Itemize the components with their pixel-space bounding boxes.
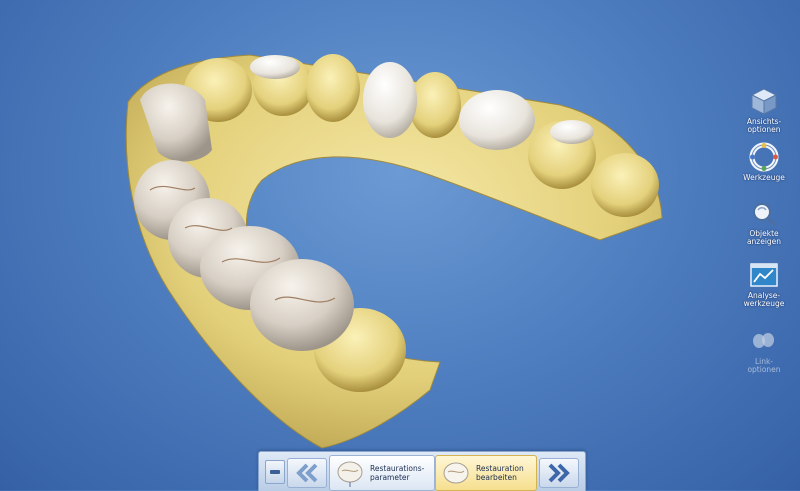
show-objects-button[interactable]: Objekte anzeigen	[728, 198, 800, 246]
tooth-edit-icon	[443, 462, 469, 484]
link-options-button[interactable]: Link- optionen	[728, 326, 800, 374]
step-restoration-parameters[interactable]: Restaurations- parameter	[329, 455, 435, 491]
show-objects-label: Objekte anzeigen	[746, 229, 782, 246]
step-edit-restoration-label: Restauration bearbeiten	[476, 464, 524, 482]
tools-button[interactable]: Werkzeuge	[728, 142, 800, 182]
object-magnifier-icon	[753, 203, 777, 227]
tools-label: Werkzeuge	[743, 173, 785, 182]
tooth-parameters-icon	[337, 461, 363, 487]
double-chevron-left-icon	[296, 463, 318, 483]
view-options-button[interactable]: Ansichts- optionen	[728, 86, 800, 134]
link-options-label: Link- optionen	[747, 357, 781, 374]
analysis-window-icon	[750, 263, 778, 287]
tool-ring-icon	[749, 142, 779, 172]
step-edit-restoration[interactable]: Restauration bearbeiten	[435, 455, 537, 491]
step-restoration-parameters-label: Restaurations- parameter	[370, 464, 425, 482]
3d-viewport[interactable]	[0, 0, 800, 490]
link-teeth-icon	[753, 333, 774, 348]
double-chevron-right-icon	[548, 463, 570, 483]
previous-step-button[interactable]	[287, 458, 327, 488]
cube-icon	[750, 88, 778, 115]
minimize-workflow-button[interactable]	[265, 460, 285, 484]
analysis-tools-button[interactable]: Analyse- werkzeuge	[728, 260, 800, 308]
view-options-label: Ansichts- optionen	[746, 117, 782, 134]
next-step-button[interactable]	[539, 458, 579, 488]
workflow-bar: Restaurations- parameter Restauration be…	[258, 451, 586, 491]
analysis-tools-label: Analyse- werkzeuge	[743, 291, 785, 308]
dental-arch-model	[125, 54, 663, 449]
